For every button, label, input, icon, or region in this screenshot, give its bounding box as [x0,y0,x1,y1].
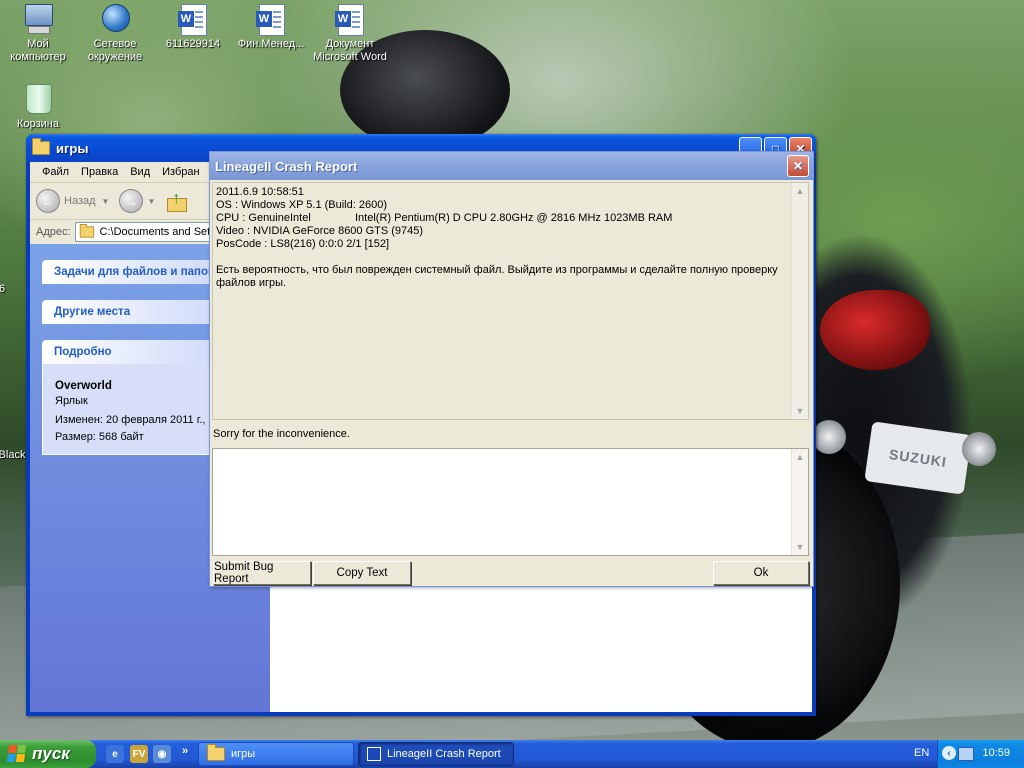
system-tray: ‹ 10:59 [937,740,1024,768]
address-label: Адрес: [36,226,71,238]
wallpaper-exhaust [962,432,996,466]
desktop-icon-fin-manager[interactable]: Фин.Менед... [231,4,311,51]
quicklaunch-ie-icon[interactable]: e [106,745,124,763]
report-line-cpu: CPU : GenuineIntel Intel(R) Pentium(R) D… [216,212,788,225]
chevron-down-icon[interactable]: ▼ [102,197,110,206]
ok-button[interactable]: Ok [713,561,809,585]
folder-icon [79,223,94,238]
quicklaunch-player-icon[interactable]: ◉ [153,745,171,763]
menu-favorites[interactable]: Избран [156,166,205,178]
folder-up-icon[interactable]: ↑ [165,190,188,212]
wallpaper-taillight [820,290,930,370]
scroll-up-icon[interactable]: ▲ [792,183,808,199]
close-icon[interactable]: ✕ [787,155,809,177]
network-icon [102,4,130,32]
back-label[interactable]: Назад [64,195,96,207]
desktop-icon-word-document[interactable]: Документ Microsoft Word [309,4,391,64]
menu-view[interactable]: Вид [124,166,156,178]
report-line: PosCode : LS8(216) 0:0:0 2/1 [152] [216,238,390,250]
report-line: 2011.6.9 10:58:51 [216,186,304,198]
comment-input[interactable]: ▲ ▼ [212,448,809,556]
clock[interactable]: 10:59 [982,747,1010,759]
comment-scrollbar[interactable]: ▲ ▼ [791,449,808,555]
report-cpu-vendor: CPU : GenuineIntel [216,212,311,224]
copy-text-button[interactable]: Copy Text [313,561,411,585]
scroll-down-icon[interactable]: ▼ [792,403,808,419]
report-line: OS : Windows XP 5.1 (Build: 2600) [216,199,387,211]
quicklaunch-expand-icon[interactable]: » [176,742,194,760]
folder-icon [32,138,50,155]
recycle-bin-icon [26,84,52,114]
desktop-icon-recycle-bin[interactable]: Корзина [0,84,78,131]
crash-app-icon [367,747,381,761]
report-cpu-model: Intel(R) Pentium(R) D CPU 2.80GHz @ 2816… [355,212,673,224]
wallpaper-exhaust [812,420,846,454]
desktop-icon-my-computer[interactable]: Мой компьютер [0,4,78,64]
tray-expand-icon[interactable]: ‹ [942,746,956,760]
taskbar-item-explorer[interactable]: игры [198,742,354,766]
report-scrollbar[interactable]: ▲ ▼ [791,183,808,419]
explorer-title: игры [56,140,89,156]
report-line: Video : NVIDIA GeForce 8600 GTS (9745) [216,225,424,237]
report-message: Есть вероятность, что был поврежден сист… [216,264,778,289]
folder-icon [207,744,225,761]
scroll-up-icon[interactable]: ▲ [792,449,808,465]
windows-logo-icon [6,745,28,763]
crash-title: LineageII Crash Report [215,158,358,174]
address-value: C:\Documents and Setti [99,226,216,238]
sorry-text: Sorry for the inconvenience. [213,428,350,440]
quicklaunch-app-icon[interactable]: FV [130,745,148,763]
desktop-icon-document-611629914[interactable]: 611629914 [153,4,233,51]
taskbar: пуск e FV ◉ » игры LineageII Crash Repor… [0,740,1024,768]
submit-bug-report-button[interactable]: Submit Bug Report [213,561,311,585]
chevron-down-icon[interactable]: ▼ [147,197,155,206]
crash-report-text[interactable]: 2011.6.9 10:58:51 OS : Windows XP 5.1 (B… [212,182,809,420]
desktop-icon-network[interactable]: Сетевое окружение [75,4,155,64]
start-button[interactable]: пуск [0,740,96,768]
network-tray-icon[interactable] [958,747,974,761]
address-input[interactable]: C:\Documents and Setti [74,222,219,242]
details-name: Overworld [55,380,112,392]
my-computer-icon [25,4,53,26]
scroll-down-icon[interactable]: ▼ [792,539,808,555]
forward-arrow-icon[interactable]: → [119,189,144,213]
back-arrow-icon[interactable]: ← [36,189,60,213]
menu-edit[interactable]: Правка [75,166,124,178]
language-indicator[interactable]: EN [914,747,929,759]
start-label: пуск [32,744,70,763]
crash-report-dialog[interactable]: LineageII Crash Report ✕ 2011.6.9 10:58:… [209,151,814,587]
word-document-icon [256,4,285,36]
word-document-icon [178,4,207,36]
menu-file[interactable]: Файл [36,166,75,178]
word-document-icon [335,4,364,36]
taskbar-item-crash-report[interactable]: LineageII Crash Report [358,742,514,766]
crash-title-bar[interactable]: LineageII Crash Report ✕ [210,152,813,180]
